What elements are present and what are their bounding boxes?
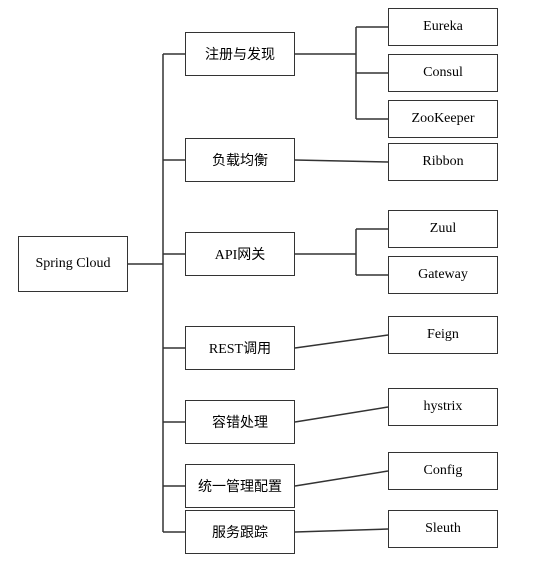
feign-node: Feign xyxy=(388,316,498,354)
eureka-label: Eureka xyxy=(423,19,463,35)
tracing-node: 服务跟踪 xyxy=(185,510,295,554)
consul-label: Consul xyxy=(423,65,463,81)
zookeeper-label: ZooKeeper xyxy=(412,111,475,127)
gateway-node: Gateway xyxy=(388,256,498,294)
spring-cloud-node: Spring Cloud xyxy=(18,236,128,292)
sleuth-label: Sleuth xyxy=(425,521,461,537)
hystrix-node: hystrix xyxy=(388,388,498,426)
tracing-label: 服务跟踪 xyxy=(212,522,268,542)
load-balance-node: 负载均衡 xyxy=(185,138,295,182)
fault-tolerance-node: 容错处理 xyxy=(185,400,295,444)
spring-cloud-label: Spring Cloud xyxy=(35,256,110,272)
fault-tolerance-label: 容错处理 xyxy=(212,412,268,432)
feign-label: Feign xyxy=(427,327,459,343)
ribbon-node: Ribbon xyxy=(388,143,498,181)
hystrix-label: hystrix xyxy=(424,399,463,415)
config-node: Config xyxy=(388,452,498,490)
diagram: Spring Cloud 注册与发现 负载均衡 API网关 REST调用 容错处… xyxy=(0,0,549,568)
zuul-label: Zuul xyxy=(430,221,456,237)
config-mgmt-node: 统一管理配置 xyxy=(185,464,295,508)
rest-call-node: REST调用 xyxy=(185,326,295,370)
zuul-node: Zuul xyxy=(388,210,498,248)
eureka-node: Eureka xyxy=(388,8,498,46)
zookeeper-node: ZooKeeper xyxy=(388,100,498,138)
ribbon-label: Ribbon xyxy=(422,154,463,170)
registration-node: 注册与发现 xyxy=(185,32,295,76)
consul-node: Consul xyxy=(388,54,498,92)
api-gateway-label: API网关 xyxy=(215,244,266,264)
api-gateway-node: API网关 xyxy=(185,232,295,276)
config-label: Config xyxy=(424,463,463,479)
config-mgmt-label: 统一管理配置 xyxy=(198,476,282,496)
load-balance-label: 负载均衡 xyxy=(212,150,268,170)
sleuth-node: Sleuth xyxy=(388,510,498,548)
rest-call-label: REST调用 xyxy=(209,338,271,358)
gateway-label: Gateway xyxy=(418,267,468,283)
registration-label: 注册与发现 xyxy=(205,44,275,64)
